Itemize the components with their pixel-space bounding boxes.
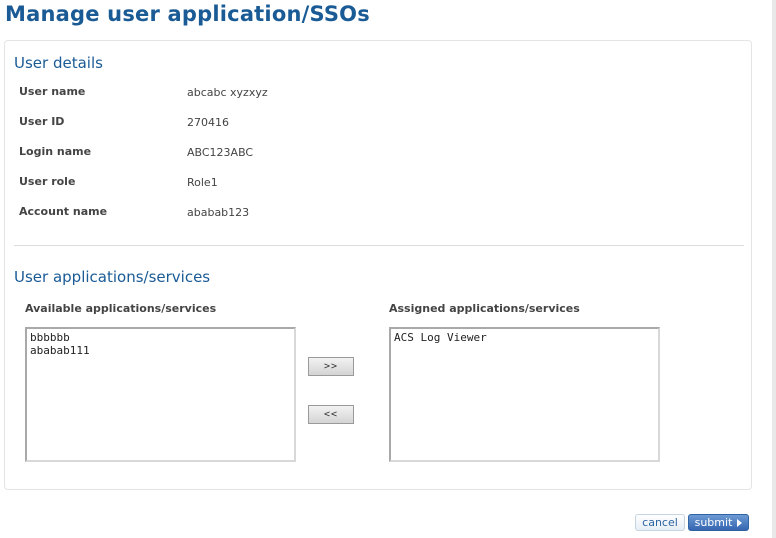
list-item[interactable]: ababab111 (30, 344, 291, 357)
assigned-list-label: Assigned applications/services (389, 302, 580, 315)
user-role-value: Role1 (187, 176, 218, 189)
submit-button[interactable]: submit (688, 514, 749, 531)
login-name-label: Login name (19, 145, 92, 158)
login-name-value: ABC123ABC (187, 146, 254, 159)
account-name-value: ababab123 (187, 206, 250, 219)
add-to-assigned-button[interactable]: >> (308, 357, 354, 376)
play-arrow-icon (737, 518, 743, 527)
list-item[interactable]: ACS Log Viewer (394, 331, 655, 344)
user-id-label: User ID (19, 115, 65, 128)
user-details-heading: User details (14, 54, 103, 72)
page-scrollbar[interactable] (772, 0, 776, 538)
available-applications-list[interactable]: bbbbbb ababab111 (25, 327, 296, 462)
user-name-value: abcabc xyzxyz (187, 86, 268, 99)
assigned-applications-list[interactable]: ACS Log Viewer (389, 327, 660, 462)
main-panel: User details User name abcabc xyzxyz Use… (4, 40, 752, 490)
user-applications-heading: User applications/services (14, 268, 211, 286)
cancel-label: cancel (642, 516, 678, 529)
remove-from-assigned-button[interactable]: << (308, 405, 354, 424)
cancel-button[interactable]: cancel (635, 514, 685, 531)
submit-label: submit (694, 516, 733, 529)
list-item[interactable]: bbbbbb (30, 331, 291, 344)
user-id-value: 270416 (187, 116, 229, 129)
page-title: Manage user application/SSOs (5, 2, 370, 26)
account-name-label: Account name (19, 205, 108, 218)
user-name-label: User name (19, 85, 86, 98)
user-role-label: User role (19, 175, 76, 188)
available-list-label: Available applications/services (25, 302, 217, 315)
section-divider (14, 245, 744, 246)
